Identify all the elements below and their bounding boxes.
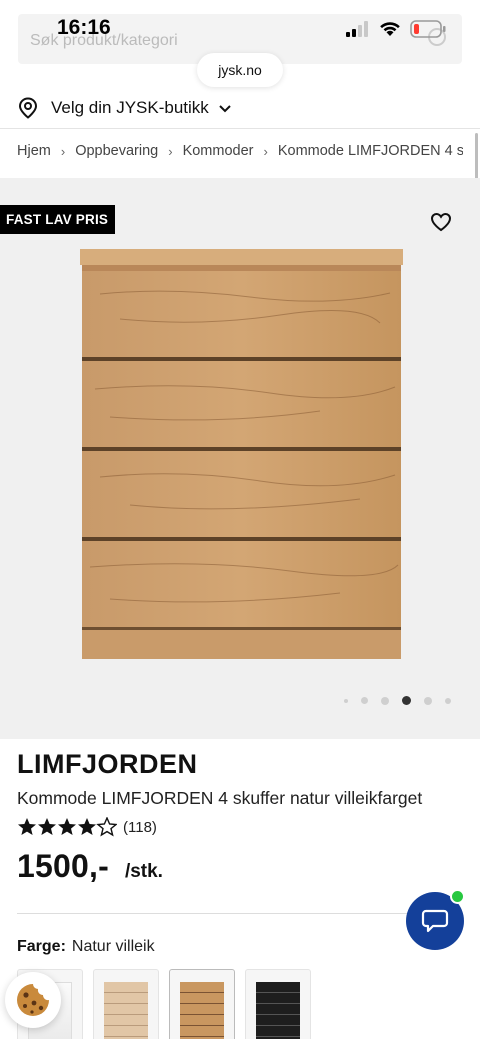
pagination-dot[interactable]	[361, 697, 368, 704]
product-brand: LIMFJORDEN	[17, 749, 198, 779]
cookie-icon	[17, 984, 49, 1016]
pagination-dot-active[interactable]	[402, 696, 411, 705]
store-selector[interactable]: Velg din JYSK-butikk	[0, 88, 480, 128]
chevron-right-icon: ›	[60, 143, 66, 159]
cellular-signal-icon	[346, 21, 368, 37]
color-value: Natur villeik	[71, 938, 155, 955]
breadcrumb-home[interactable]: Hjem	[17, 143, 51, 159]
url-pill[interactable]: jysk.no	[197, 53, 283, 87]
clock: 16:16	[57, 16, 111, 39]
price: 1500,- /stk.	[17, 848, 163, 885]
pagination-dot[interactable]	[381, 696, 389, 705]
divider	[17, 913, 463, 914]
swatch-natural-oak[interactable]	[169, 969, 235, 1039]
rating[interactable]: (118)	[17, 817, 157, 837]
online-status-dot	[450, 889, 465, 904]
store-selector-label: Velg din JYSK-butikk	[51, 98, 209, 117]
product-gallery[interactable]: FAST LAV PRIS	[0, 178, 480, 739]
chevron-down-icon	[219, 105, 231, 113]
swatch-light-oak[interactable]	[93, 969, 159, 1039]
location-pin-icon	[18, 97, 38, 119]
heart-icon[interactable]	[430, 212, 452, 232]
chat-button[interactable]	[406, 889, 465, 950]
battery-low-icon	[410, 20, 446, 38]
status-bar: Søk produkt/kategori 16:16 jysk.no	[0, 0, 480, 87]
color-label: Farge:	[17, 938, 66, 955]
wifi-icon	[380, 22, 400, 36]
star-rating-icon	[18, 817, 117, 836]
chevron-right-icon: ›	[263, 143, 268, 159]
swatch-black[interactable]	[245, 969, 311, 1039]
price-unit: /stk.	[124, 861, 163, 882]
chevron-right-icon: ›	[168, 143, 173, 159]
pagination-dot[interactable]	[445, 697, 451, 704]
breadcrumb: Hjem › Oppbevaring › Kommoder › Kommode …	[17, 143, 463, 159]
price-amount: 1500,-	[17, 848, 109, 884]
gallery-pagination[interactable]	[344, 696, 464, 705]
breadcrumb-dressers[interactable]: Kommoder	[183, 143, 254, 159]
chat-bubble-icon	[421, 909, 449, 933]
pagination-dot[interactable]	[344, 698, 348, 703]
product-image	[80, 249, 403, 659]
breadcrumb-storage[interactable]: Oppbevaring	[75, 143, 158, 159]
color-selector: Farge: Natur villeik	[17, 938, 155, 956]
cookie-consent-button[interactable]	[5, 972, 61, 1028]
review-count: (118)	[123, 818, 157, 836]
breadcrumb-current: Kommode LIMFJORDEN 4 skuffer	[277, 143, 463, 159]
product-title: Kommode LIMFJORDEN 4 skuffer natur ville…	[17, 788, 423, 808]
price-badge: FAST LAV PRIS	[0, 205, 116, 234]
pagination-dot[interactable]	[424, 696, 432, 705]
color-swatches	[17, 969, 311, 1039]
divider	[0, 128, 480, 129]
